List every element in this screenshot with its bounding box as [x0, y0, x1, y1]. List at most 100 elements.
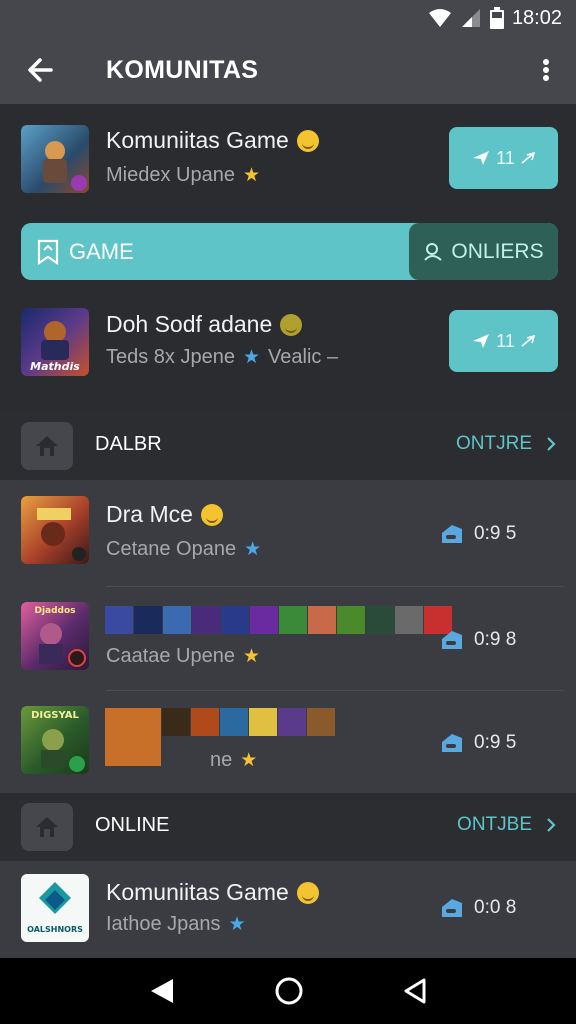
ticket-icon [442, 631, 462, 649]
item-subtitle-text: ne [210, 749, 233, 771]
screen: 18:02 KOMUNITAS Komuniitas Game Miedex U… [0, 0, 576, 1024]
tab-onliers-label: ONLIERS [451, 239, 544, 263]
item-count: 0:9 5 [440, 732, 516, 754]
map-icon [37, 239, 59, 265]
smile-icon [200, 503, 223, 526]
game-thumbnail: Djaddos [21, 602, 89, 670]
section-link-text: ONTJRE [456, 433, 532, 454]
star-icon: ★ [242, 646, 261, 667]
more-vert-icon [543, 59, 549, 81]
tab-onliers[interactable]: ONLIERS [409, 223, 558, 280]
game-thumbnail [21, 496, 89, 564]
section-link-text: ONTJBE [457, 814, 532, 835]
item-count-text: 0:9 8 [474, 629, 517, 650]
item-count-text: 0:9 5 [474, 523, 517, 544]
chevron-right-icon [547, 437, 556, 451]
item-subtitle-text: Teds 8x Jpene [106, 346, 235, 368]
item-count-text: 0:9 5 [474, 732, 517, 753]
divider [106, 586, 564, 587]
pin-icon [521, 335, 535, 347]
chevron-right-icon [547, 818, 556, 832]
thumb-caption: Djaddos [34, 606, 76, 616]
item-title-text: Doh Sodf adane [106, 311, 273, 337]
send-button[interactable]: 11 [449, 127, 558, 189]
home-button[interactable] [21, 803, 73, 851]
send-button[interactable]: 11 [449, 310, 558, 372]
thumb-caption: Mathdis [30, 360, 80, 373]
item-title: Doh Sodf adane [106, 311, 303, 338]
thumb-caption: DIGSYAL [31, 710, 79, 721]
item-title: Dra Mce [106, 501, 223, 528]
section-link[interactable]: ONTJBE [457, 814, 556, 836]
item-subtitle: ne ★ [210, 749, 257, 772]
star-icon: ★ [242, 347, 261, 368]
item-subtitle: Cetane Opane ★ [106, 538, 261, 561]
send-icon [473, 151, 490, 165]
item-subtitle: Teds 8x Jpene ★ Vealic – [106, 346, 338, 369]
item-subtitle-text: Cetane Opane [106, 538, 237, 560]
game-strip [105, 606, 452, 634]
item-title-text: Dra Mce [106, 501, 193, 527]
game-thumbnail: OALSHNORS [21, 874, 89, 942]
status-time: 18:02 [511, 6, 562, 29]
item-title-text: Komuniitas Game [106, 127, 289, 153]
signal-icon [461, 9, 480, 27]
section-label: ONLINE [95, 814, 170, 836]
battery-icon [489, 7, 504, 29]
item-subtitle-text: Miedex Upane [106, 164, 235, 186]
game-thumbnail: DIGSYAL [21, 706, 89, 774]
ticket-icon [442, 525, 462, 543]
item-count-text: 0:0 8 [474, 897, 517, 918]
system-nav-bar [0, 958, 576, 1024]
app-bar: KOMUNITAS [0, 36, 576, 104]
game-thumbnail [21, 125, 89, 193]
item-subtitle: Iathoe Jpans ★ [106, 913, 246, 936]
item-subtitle-extra: Vealic – [268, 346, 339, 368]
item-title-text: Komuniitas Game [106, 879, 289, 905]
item-subtitle: Miedex Upane ★ [106, 164, 260, 187]
arrow-left-icon [28, 58, 53, 82]
pin-icon [521, 152, 535, 164]
item-subtitle-text: Caatae Upene [106, 645, 235, 667]
item-subtitle: Caatae Upene ★ [106, 645, 260, 668]
section-header: ONLINE ONTJBE [0, 793, 576, 861]
home-icon [36, 817, 58, 837]
star-icon: ★ [240, 750, 258, 771]
send-count: 11 [496, 330, 515, 351]
more-menu-button[interactable] [516, 36, 576, 104]
thumb-caption: OALSHNORS [27, 925, 83, 934]
smile-icon [296, 881, 319, 904]
star-icon: ★ [228, 914, 246, 935]
star-icon: ★ [242, 165, 261, 186]
nav-recent-icon[interactable] [403, 977, 427, 1005]
tab-game-label: GAME [69, 238, 134, 264]
smile-icon [296, 129, 319, 152]
wifi-icon [428, 9, 451, 27]
send-icon [473, 334, 490, 348]
send-count: 11 [496, 147, 515, 168]
item-count: 0:9 8 [440, 629, 516, 651]
section-header: DALBR ONTJRE [0, 412, 576, 480]
people-icon [424, 242, 443, 261]
ticket-icon [442, 734, 462, 752]
item-title: Komuniitas Game [106, 879, 319, 906]
item-subtitle-text: Iathoe Jpans [106, 913, 221, 935]
tab-game[interactable]: GAME [21, 223, 409, 280]
divider [106, 690, 564, 691]
status-bar: 18:02 [0, 0, 576, 36]
section-label: DALBR [95, 433, 162, 455]
home-button[interactable] [21, 422, 73, 470]
nav-back-icon[interactable] [149, 977, 175, 1005]
item-title: Komuniitas Game [106, 127, 319, 154]
nav-home-icon[interactable] [274, 976, 304, 1006]
section-link[interactable]: ONTJRE [456, 433, 556, 455]
smile-icon [280, 313, 303, 336]
page-title: KOMUNITAS [106, 55, 259, 84]
ticket-icon [442, 899, 462, 917]
game-thumbnail: Mathdis [21, 308, 89, 376]
star-icon: ★ [244, 539, 262, 560]
back-button[interactable] [0, 36, 80, 104]
item-count: 0:9 5 [440, 523, 516, 545]
home-icon [36, 436, 58, 456]
segment-control: GAME ONLIERS [21, 223, 558, 280]
